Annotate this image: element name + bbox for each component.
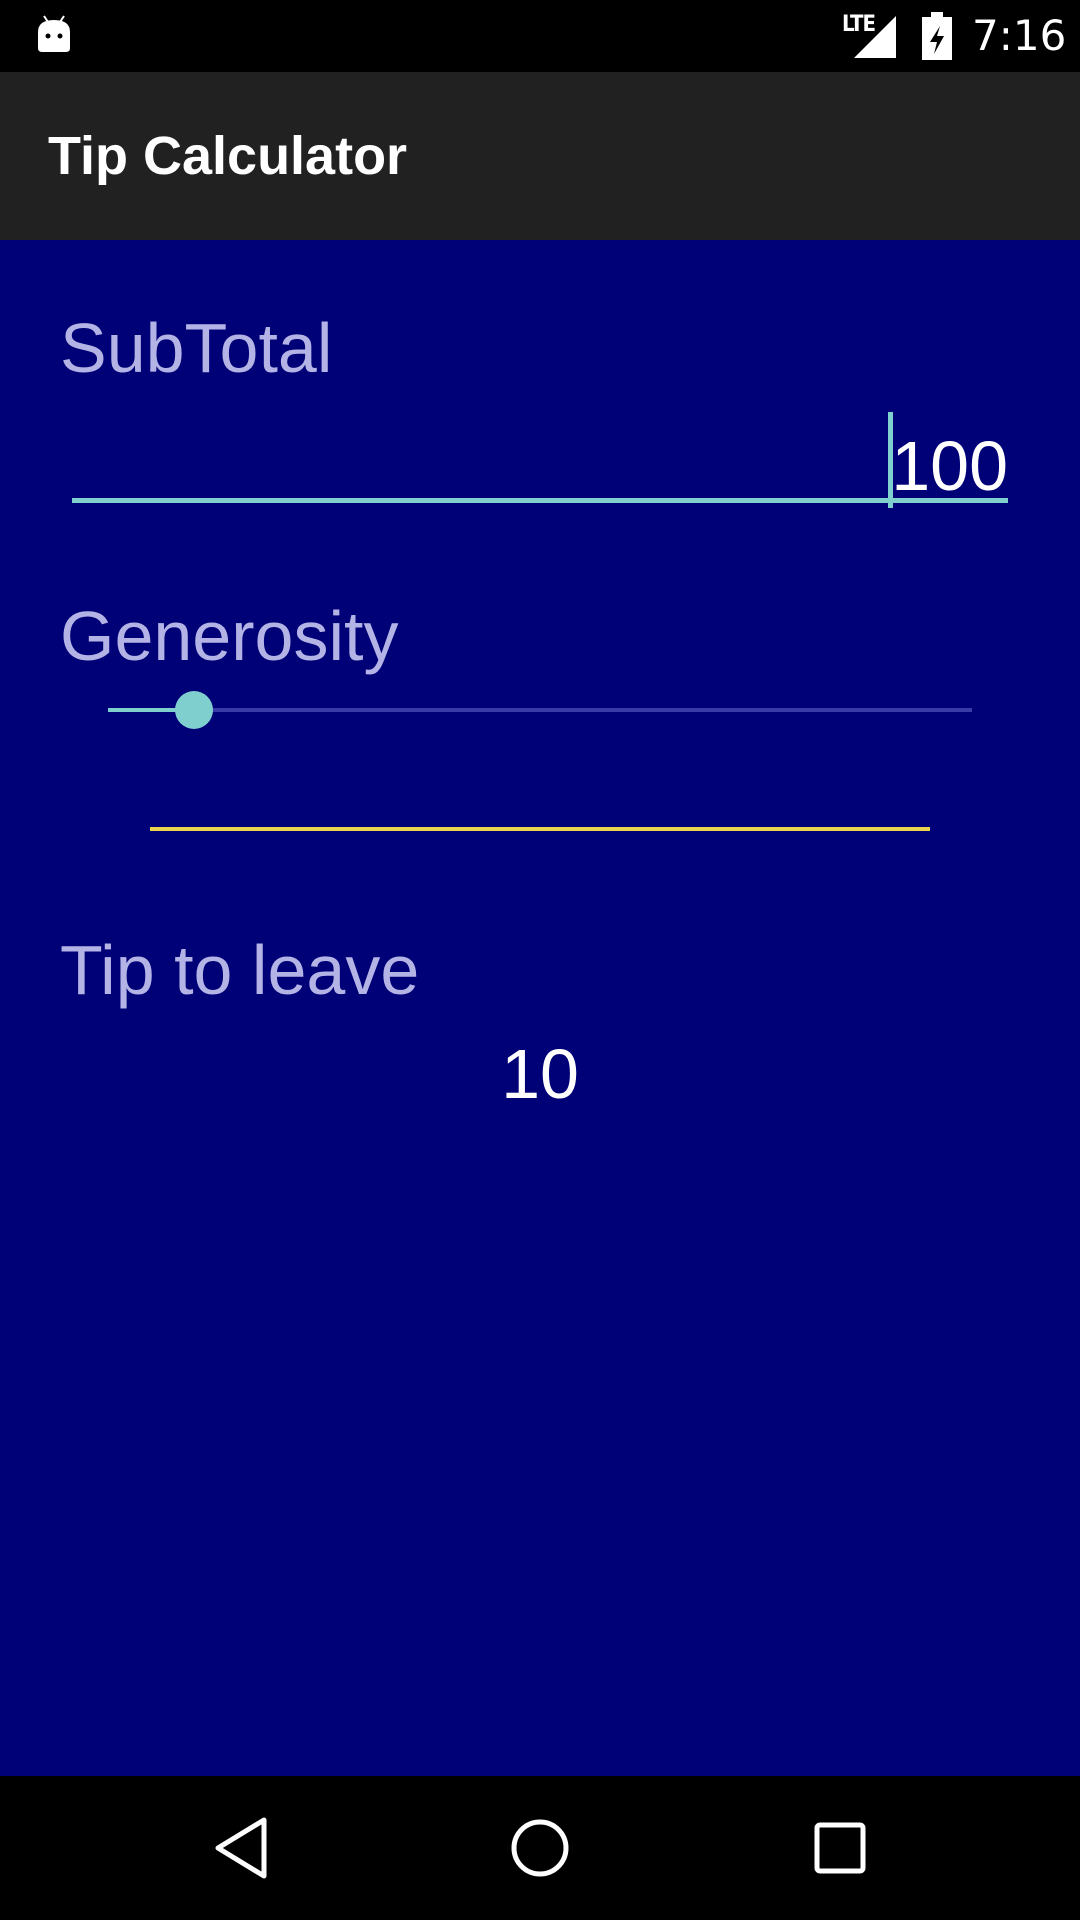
generosity-label: Generosity <box>60 597 399 675</box>
android-icon <box>38 15 70 52</box>
app-title: Tip Calculator <box>48 126 408 186</box>
subtotal-label: SubTotal <box>60 309 333 387</box>
back-icon[interactable] <box>202 1808 282 1888</box>
navigation-bar <box>0 1776 1080 1920</box>
battery-charging-icon <box>922 12 952 60</box>
generosity-slider[interactable] <box>108 691 972 729</box>
home-icon[interactable] <box>500 1808 580 1888</box>
tip-value: 10 <box>501 1035 579 1113</box>
subtotal-value: 100 <box>891 427 1008 505</box>
app-bar: Tip Calculator <box>0 72 1080 240</box>
main-content: SubTotal 100 Generosity Tip to leave 10 <box>0 240 1080 1776</box>
slider-thumb[interactable] <box>175 691 213 729</box>
tip-label: Tip to leave <box>60 931 420 1009</box>
status-bar: LTE 7:16 <box>0 0 1080 72</box>
subtotal-input[interactable]: 100 <box>72 412 1008 508</box>
divider-line <box>150 827 930 831</box>
signal-icon <box>854 16 896 58</box>
recents-icon[interactable] <box>800 1808 880 1888</box>
status-clock: 7:16 <box>972 11 1067 60</box>
screen: LTE 7:16 Tip Calculator SubTotal 100 Gen… <box>0 0 1080 1920</box>
